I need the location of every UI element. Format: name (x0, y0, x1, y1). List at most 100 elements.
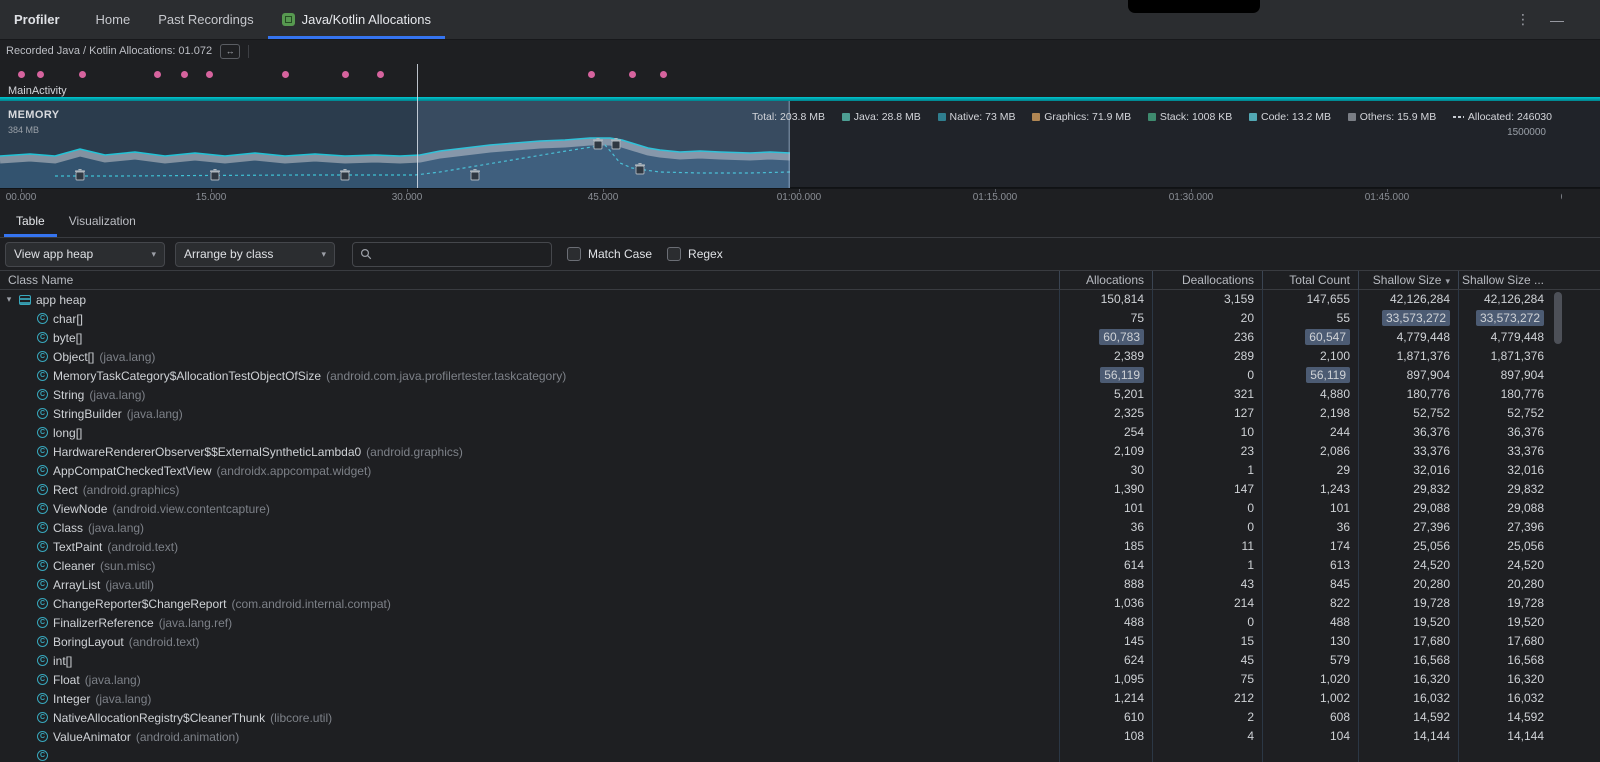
table-row[interactable]: Object[] (java.lang) 2,389 289 2,100 1,8… (0, 347, 1600, 366)
table-row[interactable]: ValueAnimator (android.animation) 108 4 … (0, 727, 1600, 746)
table-row[interactable]: ArrayList (java.util) 888 43 845 20,280 … (0, 575, 1600, 594)
package-name: (android.text) (107, 540, 178, 554)
expand-icon[interactable]: ▾ (4, 294, 14, 305)
table-row[interactable]: Integer (java.lang) 1,214 212 1,002 16,0… (0, 689, 1600, 708)
column-deallocations[interactable]: Deallocations (1152, 271, 1262, 289)
heap-select[interactable]: View app heap ▾ (5, 242, 165, 267)
time-axis: 00.00015.00030.00045.00001:00.00001:15.0… (0, 188, 1600, 204)
class-name: Integer (53, 692, 90, 706)
memory-axis-max: 384 MB (8, 125, 39, 135)
table-row[interactable]: int[] 624 45 579 16,568 16,568 (0, 651, 1600, 670)
tab-visualization[interactable]: Visualization (57, 204, 148, 237)
recording-info-bar: Recorded Java / Kotlin Allocations: 01.0… (0, 40, 1600, 62)
table-row[interactable]: Float (java.lang) 1,095 75 1,020 16,320 … (0, 670, 1600, 689)
minimize-icon[interactable]: — (1550, 12, 1564, 28)
event-track[interactable]: MainActivity (0, 62, 1600, 97)
memory-track[interactable]: MEMORY 384 MB Total: 203.8 MBJava: 28.8 … (0, 101, 1600, 188)
shallow-size-2-cell (1458, 746, 1552, 762)
table-row[interactable]: char[] 75 20 55 33,573,272 33,573,272 (0, 309, 1600, 328)
class-name: BoringLayout (53, 635, 124, 649)
column-class-name[interactable]: Class Name (0, 273, 1059, 287)
table-row[interactable]: MemoryTaskCategory$AllocationTestObjectO… (0, 366, 1600, 385)
shallow-size-cell: 33,376 (1358, 442, 1458, 461)
shallow-size-2-cell: 897,904 (1458, 366, 1552, 385)
class-icon (37, 522, 48, 533)
package-name: (libcore.util) (270, 711, 332, 725)
shallow-size-2-cell: 29,088 (1458, 499, 1552, 518)
table-row[interactable]: ▾ app heap 150,814 3,159 147,655 42,126,… (0, 290, 1600, 309)
match-case-checkbox[interactable]: Match Case (567, 247, 652, 261)
table-row[interactable]: Rect (android.graphics) 1,390 147 1,243 … (0, 480, 1600, 499)
table-row[interactable]: FinalizerReference (java.lang.ref) 488 0… (0, 613, 1600, 632)
column-allocations[interactable]: Allocations (1059, 271, 1152, 289)
memory-chart[interactable] (0, 101, 790, 188)
timeline-region: MainActivity M (0, 62, 1600, 188)
shallow-size-2-cell: 180,776 (1458, 385, 1552, 404)
table-row[interactable]: Class (java.lang) 36 0 36 27,396 27,396 (0, 518, 1600, 537)
allocations-cell: 145 (1059, 632, 1152, 651)
total-count-cell: 613 (1262, 556, 1358, 575)
shallow-size-2-cell: 29,832 (1458, 480, 1552, 499)
class-icon (37, 351, 48, 362)
deallocations-cell: 15 (1152, 632, 1262, 651)
table-row[interactable]: AppCompatCheckedTextView (androidx.appco… (0, 461, 1600, 480)
table-header: Class Name Allocations Deallocations Tot… (0, 270, 1600, 290)
shallow-size-cell: 19,520 (1358, 613, 1458, 632)
column-total-count[interactable]: Total Count (1262, 271, 1358, 289)
scrollbar-thumb[interactable] (1554, 292, 1562, 344)
deallocations-cell: 3,159 (1152, 290, 1262, 309)
more-options-icon[interactable]: ⋮ (1516, 11, 1530, 28)
tab-past-recordings[interactable]: Past Recordings (144, 0, 267, 39)
class-name: app heap (36, 293, 86, 307)
table-row[interactable]: Cleaner (sun.misc) 614 1 613 24,520 24,5… (0, 556, 1600, 575)
class-name: ChangeReporter$ChangeReport (53, 597, 226, 611)
table-row[interactable]: ViewNode (android.view.contentcapture) 1… (0, 499, 1600, 518)
search-icon (360, 248, 372, 260)
table-row[interactable]: byte[] 60,783 236 60,547 4,779,448 4,779… (0, 328, 1600, 347)
table-row[interactable]: BoringLayout (android.text) 145 15 130 1… (0, 632, 1600, 651)
shallow-size-cell: 16,032 (1358, 689, 1458, 708)
class-icon (37, 636, 48, 647)
search-box[interactable] (352, 242, 552, 267)
shallow-size-cell: 36,376 (1358, 423, 1458, 442)
column-shallow-size[interactable]: Shallow Size▾ (1358, 271, 1458, 290)
zoom-to-fit-button[interactable]: ↔ (220, 44, 240, 59)
table-row[interactable]: String (java.lang) 5,201 321 4,880 180,7… (0, 385, 1600, 404)
shallow-size-2-cell: 4,779,448 (1458, 328, 1552, 347)
shallow-size-cell: 29,832 (1358, 480, 1458, 499)
table-row[interactable]: StringBuilder (java.lang) 2,325 127 2,19… (0, 404, 1600, 423)
total-count-cell: 60,547 (1262, 328, 1358, 347)
vertical-scrollbar[interactable] (1554, 292, 1562, 758)
shallow-size-2-cell: 1,871,376 (1458, 347, 1552, 366)
table-row[interactable]: TextPaint (android.text) 185 11 174 25,0… (0, 537, 1600, 556)
legend-item: Java: 28.8 MB (842, 111, 921, 123)
tab-java-kotlin-allocations[interactable]: Java/Kotlin Allocations (268, 0, 445, 39)
allocations-cell: 75 (1059, 309, 1152, 328)
total-count-cell: 147,655 (1262, 290, 1358, 309)
shallow-size-cell: 25,056 (1358, 537, 1458, 556)
total-count-cell: 822 (1262, 594, 1358, 613)
table-row[interactable]: long[] 254 10 244 36,376 36,376 (0, 423, 1600, 442)
table-row[interactable]: ChangeReporter$ChangeReport (com.android… (0, 594, 1600, 613)
table-row[interactable]: HardwareRendererObserver$$ExternalSynthe… (0, 442, 1600, 461)
range-selection-handle[interactable] (417, 64, 418, 188)
table-row[interactable]: NativeAllocationRegistry$CleanerThunk (l… (0, 708, 1600, 727)
deallocations-cell: 43 (1152, 575, 1262, 594)
class-icon (37, 313, 48, 324)
tab-home[interactable]: Home (82, 0, 145, 39)
search-input[interactable] (378, 247, 544, 261)
tab-table[interactable]: Table (4, 204, 57, 237)
allocation-event-dot (588, 71, 595, 78)
arrange-select[interactable]: Arrange by class ▾ (175, 242, 335, 267)
regex-checkbox[interactable]: Regex (667, 247, 723, 261)
package-name: (android.animation) (136, 730, 239, 744)
shallow-size-2-cell: 25,056 (1458, 537, 1552, 556)
allocations-cell (1059, 746, 1152, 762)
table-row[interactable] (0, 746, 1600, 762)
package-name: (java.lang) (127, 407, 183, 421)
package-name: (android.text) (129, 635, 200, 649)
axis-tick-label: 01:45.000 (1365, 192, 1410, 203)
class-icon (37, 446, 48, 457)
allocations-cell: 888 (1059, 575, 1152, 594)
column-shallow-size-2[interactable]: Shallow Size ... (1458, 271, 1552, 289)
